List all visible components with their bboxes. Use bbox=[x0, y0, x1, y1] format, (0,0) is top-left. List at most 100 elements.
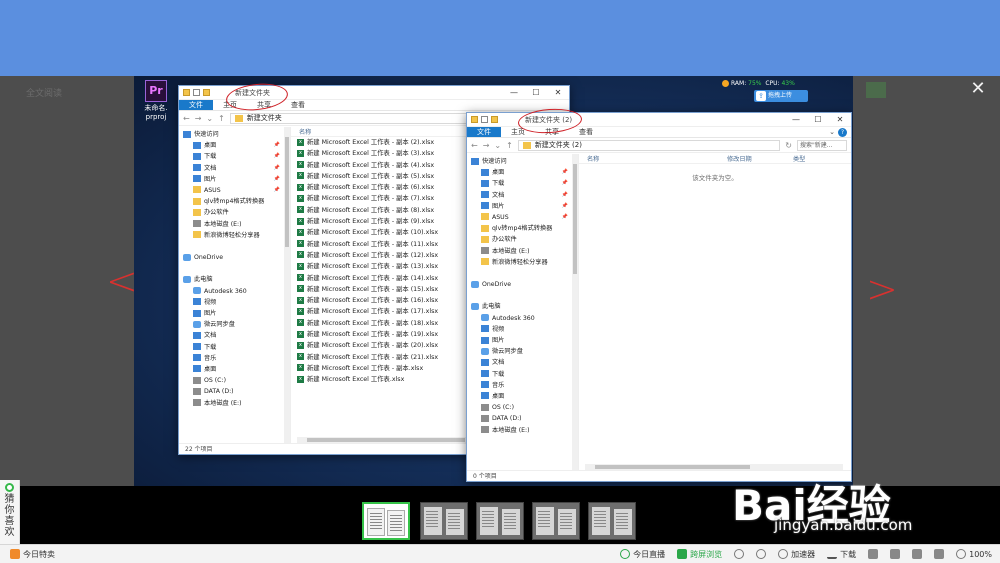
ribbon-expand-icon[interactable]: ⌄ bbox=[829, 127, 835, 138]
pin-icon[interactable]: 📌 bbox=[274, 151, 280, 162]
desktop-file-icon[interactable]: Pr 未命名. prproj bbox=[140, 80, 172, 122]
nav-item[interactable]: 桌面 📌 bbox=[467, 167, 578, 178]
up-icon[interactable]: ↑ bbox=[218, 114, 225, 123]
live-button[interactable]: 今日直播 bbox=[620, 549, 665, 560]
nav-item[interactable]: 文档 📌 bbox=[179, 163, 290, 174]
nav-item[interactable]: 桌面 bbox=[179, 364, 290, 375]
column-modified[interactable]: 修改日期 bbox=[719, 154, 785, 163]
nav-item[interactable]: 新浪微博轻松分享器 bbox=[179, 230, 290, 241]
nav-item[interactable]: 下载 bbox=[179, 342, 290, 353]
thumbnail-1[interactable] bbox=[362, 502, 410, 540]
search-input[interactable]: 搜索"新建... bbox=[797, 139, 847, 151]
forward-icon[interactable]: → bbox=[195, 114, 202, 123]
nav-item[interactable]: DATA (D:) bbox=[467, 413, 578, 424]
nav-item[interactable]: 本地磁盘 (E:) bbox=[467, 425, 578, 436]
nav-item[interactable]: ASUS 📌 bbox=[179, 185, 290, 196]
recent-chevron-icon[interactable]: ⌄ bbox=[494, 141, 501, 150]
nav-item[interactable]: 微云同步盘 bbox=[467, 346, 578, 357]
minimize-icon[interactable]: — bbox=[785, 113, 807, 126]
ribbon-tab-view[interactable]: 查看 bbox=[281, 100, 315, 110]
refresh-button[interactable] bbox=[756, 549, 767, 559]
nav-item[interactable]: 图片 📌 bbox=[179, 174, 290, 185]
nav-item[interactable]: 本地磁盘 (E:) bbox=[179, 398, 290, 409]
nav-item[interactable]: Autodesk 360 bbox=[179, 286, 290, 297]
pin-icon[interactable]: 📌 bbox=[562, 178, 568, 189]
thumbnail-5[interactable] bbox=[588, 502, 636, 540]
nav-item[interactable]: 桌面 📌 bbox=[179, 140, 290, 151]
ribbon-tab-file[interactable]: 文件 bbox=[179, 100, 213, 110]
nav-item[interactable]: 文档 bbox=[467, 357, 578, 368]
nav-item[interactable]: 本地磁盘 (E:) bbox=[467, 246, 578, 257]
column-name[interactable]: 名称 bbox=[291, 127, 311, 136]
nav-item[interactable]: 办公软件 bbox=[179, 207, 290, 218]
accelerator-button[interactable]: 加速器 bbox=[778, 549, 815, 560]
forward-icon[interactable]: → bbox=[483, 141, 490, 150]
pin-icon[interactable]: 📌 bbox=[274, 140, 280, 151]
cross-screen-button[interactable]: 跨屏浏览 bbox=[677, 549, 722, 560]
column-type[interactable]: 类型 bbox=[785, 154, 805, 163]
maximize-icon[interactable]: ☐ bbox=[807, 113, 829, 126]
close-icon[interactable]: ✕ bbox=[829, 113, 851, 126]
navigation-pane[interactable]: 快速访问 桌面 📌 下载 📌 文档 📌 图片 📌 ASUS 📌 qlv转mp4格式转换器 办公软件 本地磁… bbox=[467, 154, 579, 470]
minimize-icon[interactable]: — bbox=[503, 86, 525, 99]
next-arrow-icon[interactable]: > bbox=[866, 270, 898, 308]
recent-chevron-icon[interactable]: ⌄ bbox=[206, 114, 213, 123]
nav-item[interactable]: 快速访问 bbox=[467, 156, 578, 167]
drag-upload-button[interactable]: ⇪ 拖拽上传 bbox=[754, 90, 808, 102]
nav-item[interactable]: 微云同步盘 bbox=[179, 319, 290, 330]
nav-item[interactable]: 图片 bbox=[467, 335, 578, 346]
pin-icon[interactable]: 📌 bbox=[562, 190, 568, 201]
today-deals-button[interactable]: 今日特卖 bbox=[10, 549, 55, 560]
back-icon[interactable]: ← bbox=[183, 114, 190, 123]
pin-icon[interactable]: 📌 bbox=[274, 163, 280, 174]
pin-icon[interactable]: 📌 bbox=[274, 174, 280, 185]
nav-item[interactable]: 此电脑 bbox=[179, 274, 290, 285]
nav-item[interactable]: 此电脑 bbox=[467, 301, 578, 312]
nav-item[interactable]: 音乐 bbox=[467, 380, 578, 391]
cloud-button[interactable] bbox=[890, 549, 901, 559]
thumbnail-4[interactable] bbox=[532, 502, 580, 540]
nav-item[interactable]: OneDrive bbox=[179, 252, 290, 263]
nav-item[interactable]: qlv转mp4格式转换器 bbox=[467, 223, 578, 234]
nav-item[interactable]: ASUS 📌 bbox=[467, 212, 578, 223]
maximize-icon[interactable]: ☐ bbox=[525, 86, 547, 99]
nav-item[interactable]: 快速访问 bbox=[179, 129, 290, 140]
explorer-window-2[interactable]: 新建文件夹 (2) — ☐ ✕ 文件 主页 共享 查看 ⌄ ? ← → ⌄ ↑ … bbox=[466, 112, 852, 482]
nav-item[interactable]: qlv转mp4格式转换器 bbox=[179, 196, 290, 207]
address-bar[interactable]: 新建文件夹 (2) bbox=[517, 139, 781, 151]
up-icon[interactable]: ↑ bbox=[506, 141, 513, 150]
nav-item[interactable]: 图片 bbox=[179, 308, 290, 319]
nav-item[interactable]: 文档 📌 bbox=[467, 190, 578, 201]
nav-item[interactable]: OS (C:) bbox=[179, 375, 290, 386]
nav-item[interactable]: 音乐 bbox=[179, 353, 290, 364]
nav-item[interactable]: OneDrive bbox=[467, 279, 578, 290]
zoom-button[interactable]: 100% bbox=[956, 549, 992, 559]
guess-you-like-tab[interactable]: 猜你喜欢 bbox=[0, 480, 20, 544]
help-icon[interactable]: ? bbox=[838, 128, 847, 137]
pin-icon[interactable]: 📌 bbox=[562, 201, 568, 212]
nav-item[interactable]: 新浪微博轻松分享器 bbox=[467, 257, 578, 268]
nav-item[interactable]: 下载 bbox=[467, 369, 578, 380]
thumbnail-2[interactable] bbox=[420, 502, 468, 540]
nav-item[interactable]: 本地磁盘 (E:) bbox=[179, 219, 290, 230]
ribbon-tab-file[interactable]: 文件 bbox=[467, 127, 501, 137]
nav-item[interactable]: DATA (D:) bbox=[179, 386, 290, 397]
prev-arrow-icon[interactable]: < bbox=[106, 262, 138, 300]
column-name[interactable]: 名称 bbox=[579, 154, 719, 163]
pin-icon[interactable]: 📌 bbox=[562, 167, 568, 178]
tools-button[interactable] bbox=[868, 549, 879, 559]
thumbnail-3[interactable] bbox=[476, 502, 524, 540]
download-button[interactable]: 下载 bbox=[827, 549, 856, 560]
nav-item[interactable]: OS (C:) bbox=[467, 402, 578, 413]
ribbon-tab-view[interactable]: 查看 bbox=[569, 127, 603, 137]
nav-item[interactable]: 桌面 bbox=[467, 391, 578, 402]
nav-item[interactable]: 视频 bbox=[467, 324, 578, 335]
nav-item[interactable]: 视频 bbox=[179, 297, 290, 308]
close-viewer-icon[interactable]: ✕ bbox=[968, 80, 988, 100]
navigation-pane[interactable]: 快速访问 桌面 📌 下载 📌 文档 📌 图片 📌 ASUS 📌 qlv转mp4格式转换器 办公软件 本地磁… bbox=[179, 127, 291, 443]
pin-icon[interactable]: 📌 bbox=[274, 185, 280, 196]
speed-icon-button[interactable] bbox=[734, 549, 745, 559]
refresh-icon[interactable]: ↻ bbox=[785, 141, 792, 150]
volume-button[interactable] bbox=[934, 549, 945, 559]
nav-item[interactable]: 图片 📌 bbox=[467, 201, 578, 212]
